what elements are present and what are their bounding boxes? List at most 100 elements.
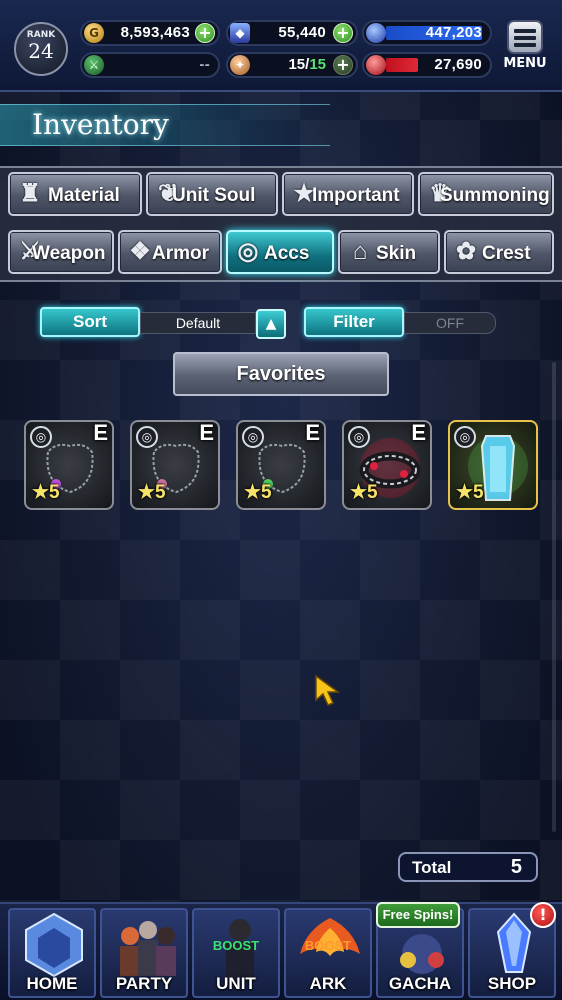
home-crest-icon [25,912,83,978]
nav-home[interactable]: HOME [8,908,96,998]
tab-weapon-label: Weapon [32,243,106,264]
tab-skin[interactable]: ⌂ Skin [338,230,440,274]
rarity-stars: ★5 [244,482,272,503]
nav-home-label: HOME [26,974,78,993]
guild-icon: ⚔ [84,55,104,75]
crest-icon: ✿ [455,238,477,265]
red-orb-icon [366,55,386,75]
ark-boost-badge: BOOST [304,938,352,953]
tab-unit-soul[interactable]: ❦ Unit Soul [146,172,278,216]
nav-party-label: PARTY [115,974,173,993]
bottom-nav: HOME PARTY BOOST UNIT BOOST ARK GACHA SH… [0,902,562,1000]
add-crystal-button[interactable]: + [333,23,353,43]
add-stamina-button[interactable]: + [333,55,353,75]
tab-material[interactable]: ♜ Material [8,172,142,216]
tab-crest-label: Crest [482,243,531,264]
ring-icon: ◎ [30,426,52,448]
menu-button[interactable]: MENU [502,20,548,74]
tab-crest[interactable]: ✿ Crest [444,230,554,274]
nav-shop-label: SHOP [487,974,537,993]
sort-order-button[interactable]: ▲ [256,309,286,339]
category-tab-panel: ♜ Material ❦ Unit Soul ★ Important ♛ Sum… [0,166,562,282]
ring-icon: ◎ [242,426,264,448]
equipped-tag: E [199,420,214,445]
bag-icon: ♜ [19,180,41,207]
filter-label: Filter [333,312,375,331]
nav-party[interactable]: PARTY [100,908,188,998]
nav-ark-label: ARK [309,974,347,993]
equipped-tag: E [411,420,426,445]
rank-badge[interactable]: RANK 24 [14,22,68,76]
favorites-button[interactable]: Favorites [173,352,389,396]
rarity-stars: ★5 [32,482,60,503]
nav-unit[interactable]: BOOST UNIT [192,908,280,998]
total-label: Total [412,858,452,877]
favorites-label: Favorites [236,363,326,385]
top-status-bar: RANK 24 G 8,593,463 + ◆ 55,440 + 447,203… [0,0,562,92]
rank-value: 24 [28,39,54,63]
filter-value: OFF [404,312,496,334]
equipped-tag: E [93,420,108,445]
nav-ark[interactable]: BOOST ARK [284,908,372,998]
nav-unit-label: UNIT [216,974,256,993]
ring-icon: ◎ [454,426,476,448]
rarity-stars: ★5 [456,482,484,503]
red-orb-value: 27,690 [434,56,482,73]
ring-icon: ◎ [348,426,370,448]
tab-weapon[interactable]: ⚔ Weapon [8,230,114,274]
tab-important-label: Important [312,185,400,206]
red-orb-bar [386,58,418,72]
scrollbar[interactable] [552,362,556,832]
free-spins-badge: Free Spins! [376,902,460,928]
crystal-value: 55,440 [278,24,326,41]
page-title: Inventory [32,108,169,141]
item-slot[interactable]: ◎ E ★5 [342,420,432,510]
sort-value: Default [140,312,256,334]
gil-value: 8,593,463 [120,24,190,41]
nav-gacha-label: GACHA [388,974,452,993]
gil-icon: G [84,23,104,43]
item-slot[interactable]: ◎ E ★5 [24,420,114,510]
blue-orb-value: 447,203 [425,24,482,41]
crystal-counter: ◆ 55,440 + [226,20,358,46]
red-orb-counter: 27,690 [362,52,492,78]
blue-orb-icon [366,23,386,43]
tab-armor-label: Armor [152,243,210,264]
stamina-max: 15 [309,56,326,73]
crystal-icon: ◆ [230,23,250,43]
total-count: Total 5 [398,852,538,882]
equipped-tag: E [305,420,320,445]
page-header: Inventory [0,104,330,146]
tab-armor[interactable]: ❖ Armor [118,230,222,274]
pointer-cursor-icon [315,674,341,706]
tab-summoning-label: Summoning [440,185,550,206]
rarity-stars: ★5 [138,482,166,503]
ring-icon: ◎ [136,426,158,448]
hanger-icon: ⌂ [352,238,368,265]
sort-button[interactable]: Sort [40,307,140,337]
menu-label: MENU [503,56,547,71]
item-slot[interactable]: ◎ E ★5 [130,420,220,510]
tab-accs-label: Accs [264,243,310,264]
total-value: 5 [510,856,522,878]
rarity-stars: ★5 [350,482,378,503]
guild-counter: ⚔ -- [80,52,220,78]
tab-important[interactable]: ★ Important [282,172,414,216]
item-slot[interactable]: ◎ E ★5 [236,420,326,510]
stamina-counter: ✦ 15/15 + [226,52,358,78]
stamina-readout: 15/15 [288,56,326,73]
filter-button[interactable]: Filter [304,307,404,337]
add-gil-button[interactable]: + [195,23,215,43]
tab-accs[interactable]: ◎ Accs [226,230,334,274]
item-slot[interactable]: ◎ ★5 [448,420,538,510]
tab-unit-soul-label: Unit Soul [172,185,256,206]
tab-skin-label: Skin [376,243,417,264]
guild-value: -- [199,56,210,73]
gil-counter: G 8,593,463 + [80,20,220,46]
tab-summoning[interactable]: ♛ Summoning [418,172,554,216]
sort-label: Sort [73,312,107,331]
blue-orb-counter: 447,203 [362,20,492,46]
shop-alert-badge: ! [530,902,556,928]
stamina-icon: ✦ [230,55,250,75]
ring-icon: ◎ [237,238,259,265]
